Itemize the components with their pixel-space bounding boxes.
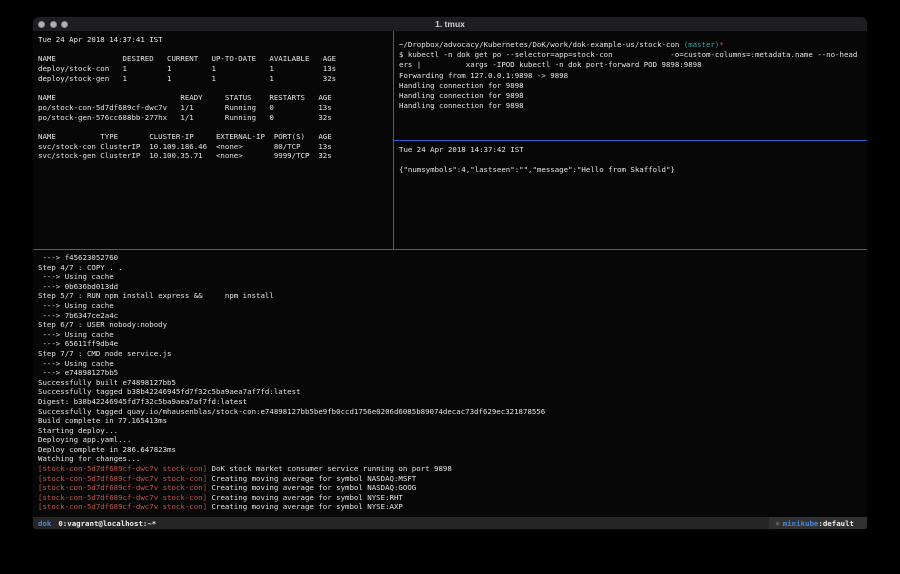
- terminal-line: deploy/stock-con 1 1 1 1 13s: [38, 64, 393, 74]
- terminal-line: Step 7/7 : CMD node service.js: [38, 349, 867, 359]
- terminal-line: ---> 7b6347ce2a4c: [38, 311, 867, 321]
- tmux-status-bar: dok 0:vagrant@localhost:~* ⎈ minikube :d…: [33, 517, 867, 529]
- terminal-line: ---> 65611ff9db4e: [38, 339, 867, 349]
- traffic-lights: [33, 21, 68, 28]
- screen: { "window": { "title": "1. tmux" }, "col…: [0, 0, 900, 574]
- terminal-line: Step 5/7 : RUN npm install express && np…: [38, 291, 867, 301]
- terminal-line: [stock-con-5d7df689cf-dwc7v stock-con] C…: [38, 493, 867, 503]
- tmux-session: Tue 24 Apr 2018 14:37:41 IST NAME DESIRED…: [33, 31, 867, 531]
- terminal-line: Successfully tagged b38b42246945fd7f32c5…: [38, 387, 867, 397]
- terminal-line: [stock-con-5d7df689cf-dwc7v stock-con] D…: [38, 464, 867, 474]
- terminal-line: Tue 24 Apr 2018 14:37:41 IST: [38, 35, 393, 45]
- terminal-line: NAME DESIRED CURRENT UP-TO-DATE AVAILABL…: [38, 54, 393, 64]
- terminal-line: ---> e74898127bb5: [38, 368, 867, 378]
- pane-curl-output[interactable]: Tue 24 Apr 2018 14:37:42 IST {"numsymbols…: [394, 141, 867, 249]
- terminal-line: ---> Using cache: [38, 359, 867, 369]
- pane-skaffold-build[interactable]: ---> f45623052760Step 4/7 : COPY . . ---…: [33, 250, 867, 517]
- terminal-line: deploy/stock-gen 1 1 1 1 32s: [38, 74, 393, 84]
- terminal-line: Handling connection for 9898: [399, 81, 867, 91]
- terminal-line: ---> Using cache: [38, 330, 867, 340]
- terminal-line: ---> 0b636bd013dd: [38, 282, 867, 292]
- terminal-line: Successfully built e74898127bb5: [38, 378, 867, 388]
- terminal-line: [399, 155, 867, 165]
- terminal-line: Handling connection for 9898: [399, 101, 867, 111]
- window-tab[interactable]: 0:vagrant@localhost:~*: [51, 519, 156, 528]
- session-name[interactable]: dok: [33, 519, 51, 528]
- terminal-line: [38, 45, 393, 55]
- terminal-line: ers | xargs -IPOD kubectl -n dok port-fo…: [399, 60, 867, 70]
- terminal-line: Successfully tagged quay.io/mhausenblas/…: [38, 407, 867, 417]
- terminal-line: Deploying app.yaml...: [38, 435, 867, 445]
- terminal-line: Starting deploy...: [38, 426, 867, 436]
- terminal-window: 1. tmux Tue 24 Apr 2018 14:37:41 IST NAME…: [33, 17, 867, 531]
- status-right: ⎈ minikube :default: [769, 517, 867, 529]
- minimize-button[interactable]: [50, 21, 57, 28]
- terminal-line: NAME TYPE CLUSTER-IP EXTERNAL-IP PORT(S)…: [38, 132, 393, 142]
- window-titlebar[interactable]: 1. tmux: [33, 17, 867, 31]
- terminal-line: Digest: b38b42246945fd7f32c5ba9aea7af7fd…: [38, 397, 867, 407]
- terminal-line: [stock-con-5d7df689cf-dwc7v stock-con] C…: [38, 474, 867, 484]
- terminal-line: NAME READY STATUS RESTARTS AGE: [38, 93, 393, 103]
- kubernetes-helm-icon: ⎈: [775, 519, 782, 528]
- terminal-line: ~/Dropbox/advocacy/Kubernetes/DoK/work/d…: [399, 40, 867, 50]
- terminal-line: Forwarding from 127.0.0.1:9898 -> 9898: [399, 71, 867, 81]
- terminal-line: Watching for changes...: [38, 454, 867, 464]
- pane-kubectl-watch[interactable]: Tue 24 Apr 2018 14:37:41 IST NAME DESIRED…: [33, 31, 393, 249]
- terminal-line: {"numsymbols":4,"lastseen":"","message":…: [399, 165, 867, 175]
- terminal-line: Handling connection for 9898: [399, 91, 867, 101]
- terminal-line: [38, 83, 393, 93]
- terminal-line: Step 6/7 : USER nobody:nobody: [38, 320, 867, 330]
- kube-namespace-label: :default: [818, 519, 854, 528]
- terminal-line: po/stock-gen-576cc688bb-277hx 1/1 Runnin…: [38, 113, 393, 123]
- terminal-line: Build complete in 77.165413ms: [38, 416, 867, 426]
- pane-port-forward[interactable]: ~/Dropbox/advocacy/Kubernetes/DoK/work/d…: [394, 31, 867, 140]
- terminal-line: [stock-con-5d7df689cf-dwc7v stock-con] C…: [38, 483, 867, 493]
- window-title: 1. tmux: [33, 19, 867, 29]
- terminal-line: po/stock-con-5d7df689cf-dwc7v 1/1 Runnin…: [38, 103, 393, 113]
- terminal-line: [stock-con-5d7df689cf-dwc7v stock-con] C…: [38, 502, 867, 512]
- terminal-line: Step 4/7 : COPY . .: [38, 263, 867, 273]
- zoom-button[interactable]: [61, 21, 68, 28]
- terminal-line: Deploy complete in 286.647823ms: [38, 445, 867, 455]
- terminal-line: svc/stock-gen ClusterIP 10.100.35.71 <no…: [38, 151, 393, 161]
- terminal-line: $ kubectl -n dok get po --selector=app=s…: [399, 50, 867, 60]
- terminal-line: ---> Using cache: [38, 301, 867, 311]
- terminal-line: svc/stock-con ClusterIP 10.109.186.46 <n…: [38, 142, 393, 152]
- close-button[interactable]: [38, 21, 45, 28]
- terminal-line: Tue 24 Apr 2018 14:37:42 IST: [399, 145, 867, 155]
- terminal-line: ---> f45623052760: [38, 253, 867, 263]
- terminal-line: ---> Using cache: [38, 272, 867, 282]
- kube-cluster-label: minikube: [783, 519, 819, 528]
- terminal-line: [38, 122, 393, 132]
